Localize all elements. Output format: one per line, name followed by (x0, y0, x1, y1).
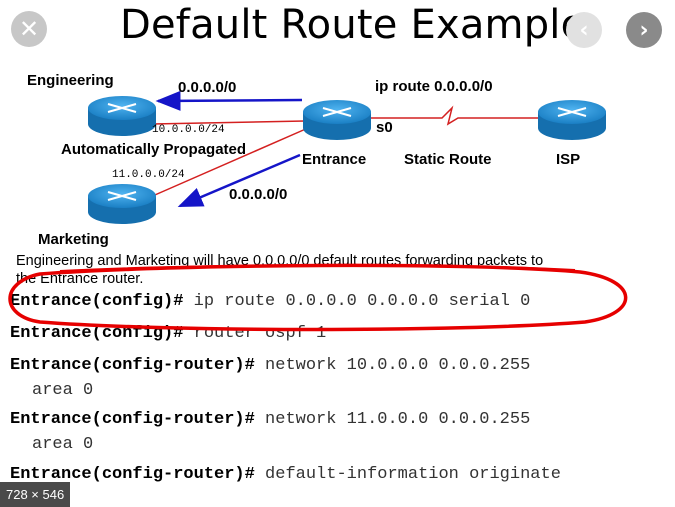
config-line-3: Entrance(config-router)# network 10.0.0.… (10, 356, 530, 375)
entrance-label: Entrance (302, 151, 367, 168)
serial-link-entrance-isp (370, 105, 540, 126)
config-prompt: Entrance(config-router)# (10, 356, 255, 375)
default-route-label-top: 0.0.0.0/0 (178, 79, 237, 96)
default-route-arrow-engineering (155, 90, 303, 111)
interface-s0-label: s0 (376, 119, 393, 136)
config-command: default-information originate (265, 465, 561, 484)
router-entrance-icon (303, 100, 371, 140)
config-line-4: Entrance(config-router)# network 11.0.0.… (10, 410, 530, 429)
config-prompt: Entrance(config-router)# (10, 410, 255, 429)
image-size-badge: 728 × 546 (0, 482, 71, 507)
marketing-label: Marketing (38, 231, 109, 248)
network-diagram (88, 90, 606, 224)
router-engineering-icon (88, 96, 156, 136)
ip-route-command-label: ip route 0.0.0.0/0 (375, 78, 493, 95)
isp-label: ISP (556, 151, 581, 168)
default-route-label-bottom: 0.0.0.0/0 (229, 186, 288, 203)
config-command: network 10.0.0.0 0.0.0.255 (265, 356, 531, 375)
config-continuation-1: area 0 (32, 381, 94, 400)
marketing-network-label: 11.0.0.0/24 (112, 169, 185, 181)
highlight-ellipse (8, 263, 628, 332)
static-route-label: Static Route (404, 151, 492, 168)
config-continuation-2: area 0 (32, 435, 94, 454)
engineering-label: Engineering (27, 72, 114, 89)
router-isp-icon (538, 100, 606, 140)
config-line-5: Entrance(config-router)# default-informa… (10, 465, 561, 484)
engineering-network-label: 10.0.0.0/24 (152, 124, 225, 136)
config-command: network 11.0.0.0 0.0.0.255 (265, 410, 531, 429)
router-marketing-icon (88, 184, 156, 224)
auto-propagated-label: Automatically Propagated (61, 141, 247, 158)
